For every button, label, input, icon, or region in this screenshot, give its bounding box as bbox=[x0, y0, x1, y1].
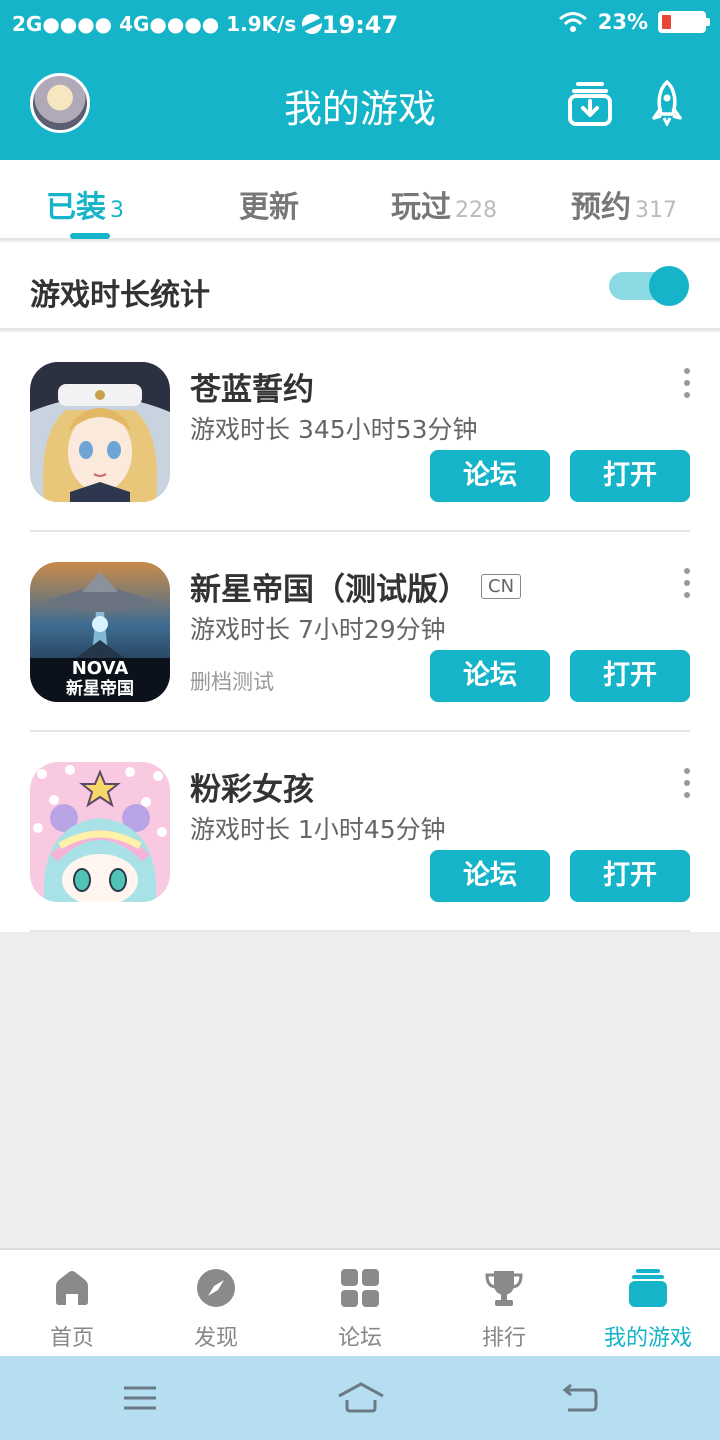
tab-played[interactable]: 玩过 228 bbox=[391, 182, 497, 226]
forum-button[interactable]: 论坛 bbox=[430, 450, 550, 502]
installed-games-list: 苍蓝誓约 游戏时长 345小时53分钟 论坛 打开 NOVA 新星帝国 新星帝国… bbox=[0, 332, 720, 932]
status-bar: 2G●●●● 4G●●●● 1.9K/s 19:47 23% bbox=[0, 0, 720, 50]
status-right: 23% bbox=[558, 10, 710, 34]
trophy-icon bbox=[485, 1271, 523, 1306]
game-name: 苍蓝誓约 bbox=[190, 364, 314, 409]
nav-label: 发现 bbox=[193, 1326, 238, 1351]
more-options-icon[interactable] bbox=[680, 568, 694, 598]
game-playtime: 游戏时长 345小时53分钟 bbox=[190, 415, 478, 444]
tab-label: 更新 bbox=[239, 190, 299, 225]
my-games-icon bbox=[629, 1269, 667, 1307]
game-playtime: 游戏时长 7小时29分钟 bbox=[190, 615, 446, 644]
home-icon bbox=[56, 1271, 88, 1305]
open-button[interactable]: 打开 bbox=[570, 450, 690, 502]
tab-updates[interactable]: 更新 bbox=[239, 182, 299, 226]
tab-count: 228 bbox=[455, 198, 497, 223]
rocket-icon[interactable] bbox=[650, 80, 684, 126]
game-title-text: 粉彩女孩 bbox=[190, 772, 314, 808]
nav-item-forum[interactable]: 论坛 bbox=[288, 1250, 432, 1358]
bottom-navigation: 首页 发现 论坛 排行 我的游戏 bbox=[0, 1248, 720, 1356]
nav-item-discover[interactable]: 发现 bbox=[144, 1250, 288, 1358]
compass-icon bbox=[197, 1269, 235, 1307]
battery-percent: 23% bbox=[597, 10, 648, 34]
icon-text-nova-cn: 新星帝国 bbox=[66, 678, 134, 699]
game-title-text: 新星帝国（测试版） bbox=[190, 572, 469, 608]
playtime-stats-toggle[interactable] bbox=[609, 266, 689, 306]
forum-button[interactable]: 论坛 bbox=[430, 650, 550, 702]
game-playtime: 游戏时长 1小时45分钟 bbox=[190, 815, 446, 844]
forum-button[interactable]: 论坛 bbox=[430, 850, 550, 902]
nav-label: 我的游戏 bbox=[603, 1326, 692, 1351]
game-name: 新星帝国（测试版） CN bbox=[190, 564, 522, 609]
game-test-status: 删档测试 bbox=[190, 670, 274, 694]
system-navigation-bar bbox=[0, 1356, 720, 1440]
page-title: 我的游戏 bbox=[283, 87, 436, 131]
playtime-stats-label: 游戏时长统计 bbox=[30, 278, 210, 313]
tab-count: 317 bbox=[635, 198, 677, 223]
tab-installed[interactable]: 已装 3 bbox=[46, 182, 124, 226]
home-button-icon[interactable] bbox=[336, 1378, 386, 1418]
download-manager-icon[interactable] bbox=[568, 80, 612, 126]
divider bbox=[30, 930, 690, 932]
list-item: 粉彩女孩 游戏时长 1小时45分钟 论坛 打开 bbox=[0, 732, 720, 932]
more-options-icon[interactable] bbox=[680, 768, 694, 798]
battery-icon bbox=[658, 11, 710, 33]
more-options-icon[interactable] bbox=[680, 368, 694, 398]
nav-label: 排行 bbox=[481, 1326, 526, 1351]
menu-icon[interactable] bbox=[120, 1378, 160, 1418]
nav-item-home[interactable]: 首页 bbox=[0, 1250, 144, 1358]
open-button[interactable]: 打开 bbox=[570, 850, 690, 902]
back-icon[interactable] bbox=[560, 1378, 600, 1418]
toggle-knob bbox=[649, 266, 689, 306]
tab-count: 3 bbox=[110, 198, 124, 223]
grid-icon bbox=[341, 1269, 379, 1307]
wifi-icon bbox=[558, 12, 587, 32]
app-header: 2G●●●● 4G●●●● 1.9K/s 19:47 23% 我的游戏 bbox=[0, 0, 720, 160]
tab-bar: 已装 3 更新 玩过 228 预约 317 bbox=[0, 160, 720, 240]
nav-item-ranking[interactable]: 排行 bbox=[432, 1250, 576, 1358]
game-icon-azur-promise[interactable] bbox=[30, 362, 170, 502]
tab-label: 玩过 bbox=[391, 190, 451, 225]
game-title-text: 苍蓝誓约 bbox=[190, 372, 314, 408]
nav-item-my-games[interactable]: 我的游戏 bbox=[576, 1250, 720, 1358]
tab-label: 已装 bbox=[46, 190, 106, 225]
tab-label: 预约 bbox=[571, 190, 631, 225]
icon-text-nova: NOVA bbox=[72, 658, 129, 679]
game-icon-nova-empire[interactable]: NOVA 新星帝国 bbox=[30, 562, 170, 702]
list-item: 苍蓝誓约 游戏时长 345小时53分钟 论坛 打开 bbox=[0, 332, 720, 532]
open-button[interactable]: 打开 bbox=[570, 650, 690, 702]
list-item: NOVA 新星帝国 新星帝国（测试版） CN 游戏时长 7小时29分钟 删档测试… bbox=[0, 532, 720, 732]
game-icon-pastel-girl[interactable] bbox=[30, 762, 170, 902]
game-name: 粉彩女孩 bbox=[190, 764, 314, 809]
nav-label: 论坛 bbox=[337, 1326, 382, 1351]
nav-label: 首页 bbox=[49, 1326, 94, 1351]
active-tab-indicator bbox=[70, 233, 110, 239]
tab-reserved[interactable]: 预约 317 bbox=[571, 182, 677, 226]
region-tag: CN bbox=[481, 574, 522, 599]
